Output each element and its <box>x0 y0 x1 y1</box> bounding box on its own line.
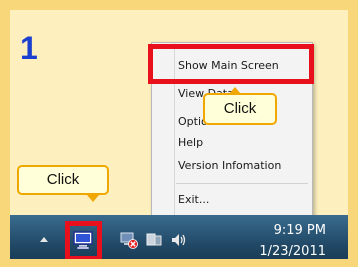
volume-icon[interactable] <box>170 231 188 249</box>
tray-click-callout: Click <box>17 165 109 195</box>
menu-click-label: Click <box>223 100 257 117</box>
instruction-panel: 1 Show Main Screen View Data Options Hel… <box>10 10 348 259</box>
menu-item-exit[interactable]: Exit... <box>178 193 209 206</box>
step-number: 1 <box>20 30 38 66</box>
menu-click-callout: Click <box>203 93 277 125</box>
show-hidden-icons-icon[interactable] <box>40 237 48 242</box>
tray-click-label: Click <box>46 171 80 188</box>
menu-item-version-information[interactable]: Version Infomation <box>178 159 281 172</box>
windows-taskbar: 9:19 PM 1/23/2011 <box>10 215 348 259</box>
menu-separator <box>176 183 308 184</box>
network-disconnected-icon[interactable] <box>120 231 138 249</box>
device-icon[interactable] <box>145 231 163 249</box>
clock-date[interactable]: 1/23/2011 <box>259 244 326 259</box>
menu-callout-pointer <box>229 87 241 94</box>
show-main-screen-highlight <box>148 44 314 84</box>
app-monitor-icon[interactable] <box>73 230 93 250</box>
menu-item-help[interactable]: Help <box>178 136 203 149</box>
clock-time[interactable]: 9:19 PM <box>274 223 326 238</box>
tray-callout-pointer <box>87 195 99 202</box>
